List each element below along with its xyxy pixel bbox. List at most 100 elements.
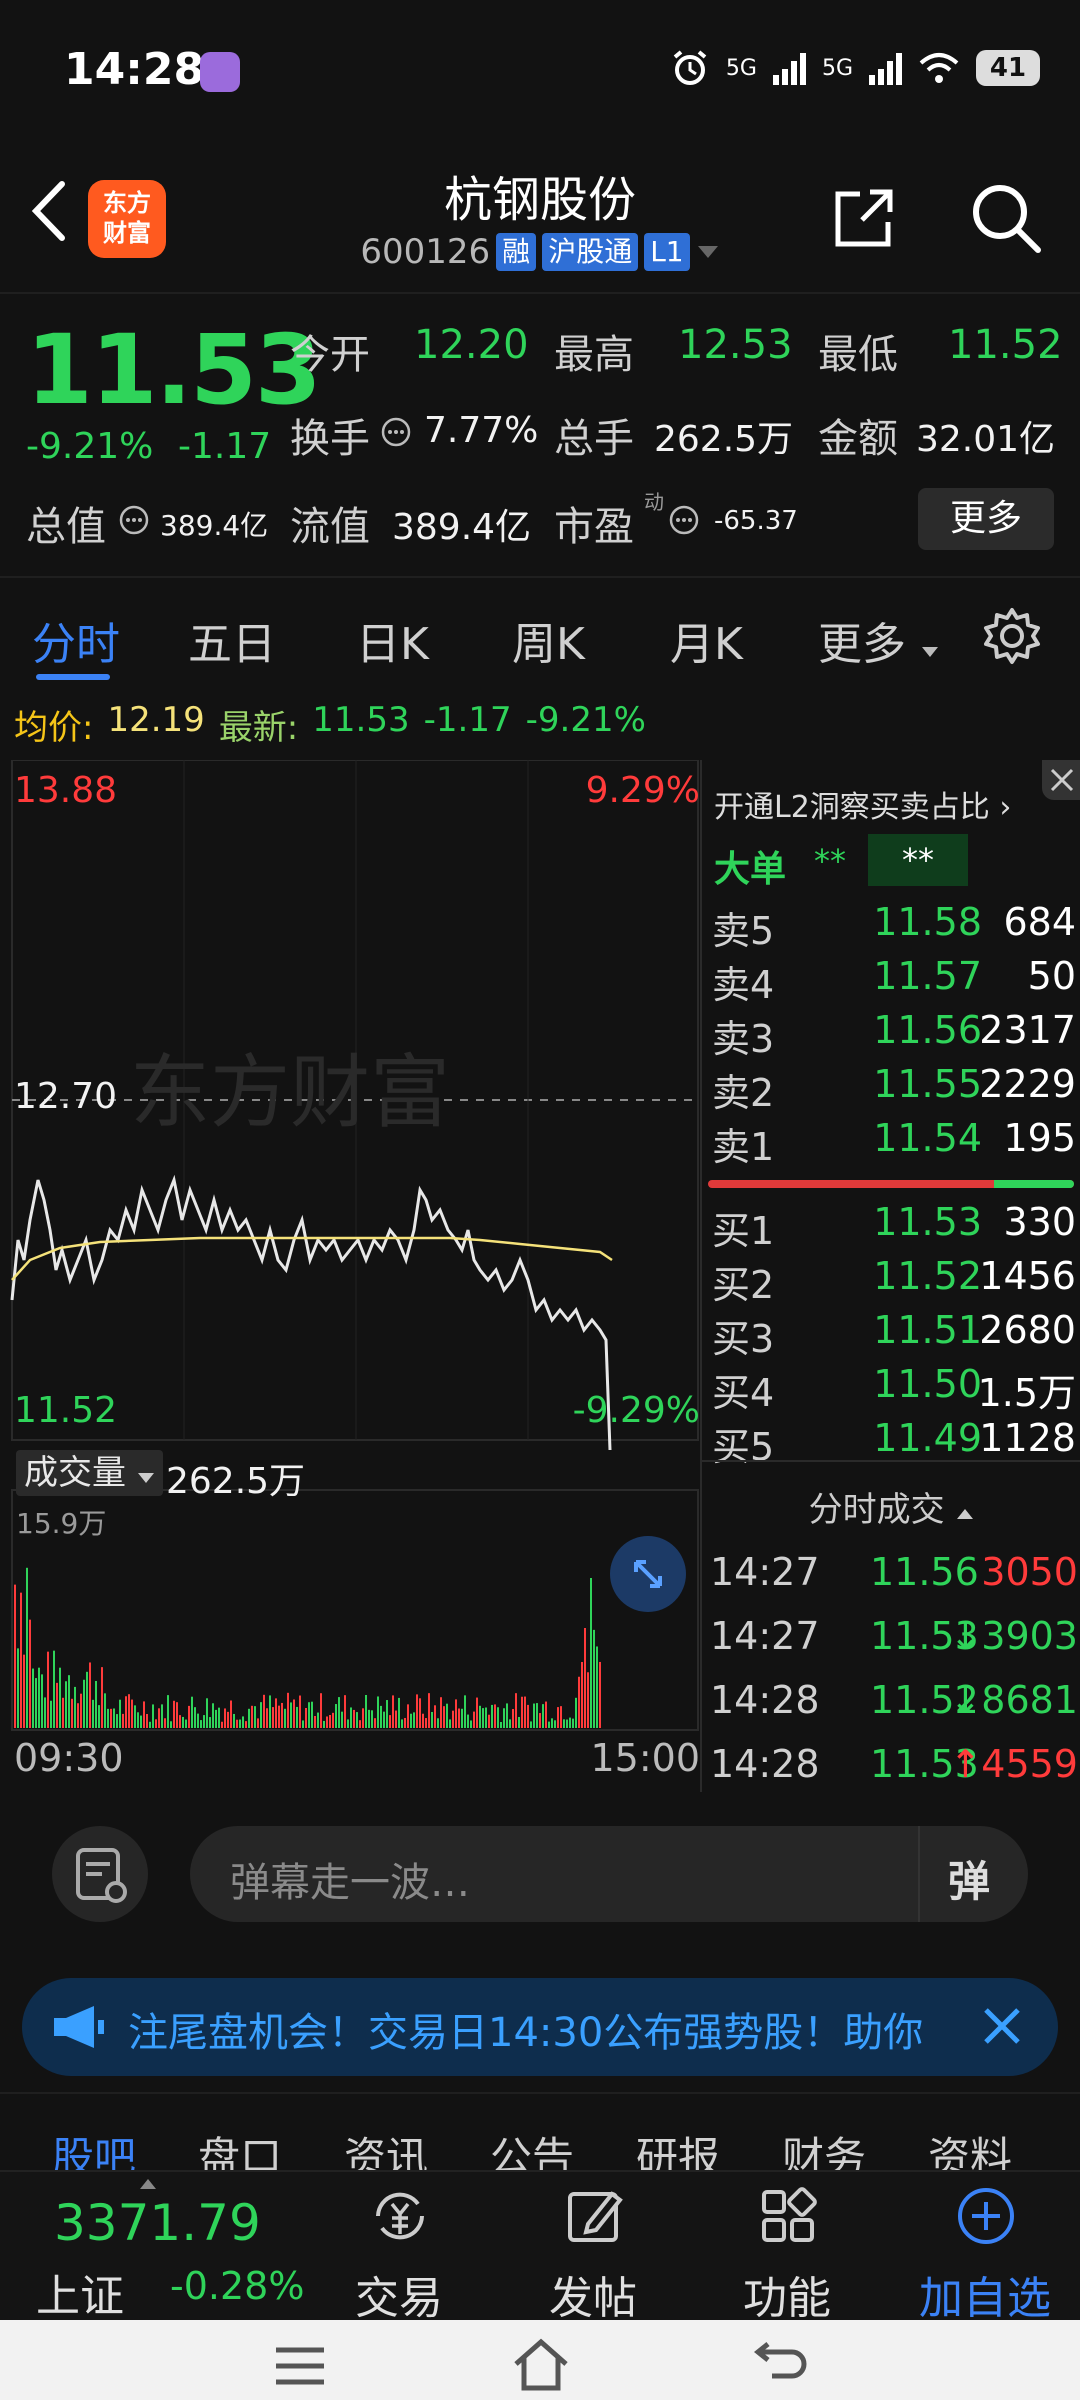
- tab-news[interactable]: 资讯: [344, 2124, 428, 2170]
- promo-banner[interactable]: 注尾盘机会！交易日14:30公布强势股！助你: [22, 1978, 1058, 2076]
- tab-daily-k[interactable]: 日K: [356, 608, 429, 672]
- intraday-chart[interactable]: 东方财富 13.88 9.29% 12.70 11.52 -9.29% 成交量 …: [0, 759, 700, 1792]
- volume-bar: [248, 1708, 250, 1728]
- bid-row[interactable]: 买1 11.53 330: [702, 1200, 1080, 1254]
- volume-bar: [23, 1654, 25, 1728]
- volume-bar: [236, 1719, 238, 1728]
- bottom-toolbar: 3371.79 上证 -0.28% 交易 发帖 功能 加自选: [0, 2170, 1080, 2324]
- trade-button[interactable]: 交易: [324, 2172, 474, 2324]
- info-icon[interactable]: [380, 416, 412, 448]
- bid-level: 买5: [712, 1425, 775, 1469]
- stock-name: 杭钢股份: [443, 172, 636, 228]
- intraday-info-line: 均价: 12.19 最新: 11.53 -1.17 -9.21%: [14, 700, 646, 749]
- volume-bar: [218, 1707, 220, 1728]
- functions-label: 功能: [743, 2273, 831, 2324]
- volume-bar: [365, 1694, 367, 1728]
- ask-row[interactable]: 卖3 11.56 2317: [702, 1008, 1080, 1062]
- float-value: 389.4亿: [392, 507, 532, 548]
- watermark: 东方财富: [130, 1046, 450, 1139]
- tick-direction: ↑: [949, 1742, 982, 1786]
- notification-app-icon: [200, 52, 240, 92]
- share-icon[interactable]: [832, 186, 896, 250]
- l2-promo-link[interactable]: 开通L2洞察买卖占比 ›: [714, 782, 1011, 826]
- tab-forum[interactable]: 股吧: [52, 2124, 136, 2170]
- volume-bar: [104, 1693, 106, 1728]
- volume-bar: [434, 1705, 436, 1728]
- volume-bar: [524, 1696, 526, 1728]
- volume-bar: [284, 1708, 286, 1728]
- bid-price: 11.50: [873, 1362, 982, 1406]
- volume-bar: [44, 1697, 46, 1728]
- chart-mid-price: 12.70: [14, 1076, 118, 1117]
- bid-price: 11.51: [873, 1308, 982, 1352]
- ask-row[interactable]: 卖4 11.57 50: [702, 954, 1080, 1008]
- volume-bar: [149, 1721, 151, 1728]
- volume-bar: [356, 1712, 358, 1728]
- volume-bar: [599, 1661, 601, 1728]
- alarm-icon: [673, 50, 707, 85]
- tab-finance[interactable]: 财务: [782, 2124, 866, 2170]
- volume-bar: [386, 1700, 388, 1728]
- volume-bar: [512, 1709, 514, 1728]
- home-icon[interactable]: [510, 2336, 572, 2392]
- more-quote-button[interactable]: 更多: [918, 488, 1054, 550]
- menu-icon[interactable]: [272, 2340, 328, 2390]
- tab-weekly-k[interactable]: 周K: [512, 608, 585, 672]
- bid-row[interactable]: 买2 11.52 1456: [702, 1254, 1080, 1308]
- add-watchlist-button[interactable]: 加自选: [910, 2172, 1060, 2324]
- tab-more[interactable]: 更多: [818, 608, 940, 672]
- chart-tabs: 分时 五日 日K 周K 月K 更多: [0, 576, 1080, 692]
- open-value: 12.20: [414, 322, 529, 368]
- volume-label: 成交量: [24, 1453, 126, 1493]
- volume-bar: [536, 1703, 538, 1728]
- volume-total: 262.5万: [166, 1461, 306, 1502]
- search-icon[interactable]: [968, 180, 1042, 254]
- volume-bar: [290, 1702, 292, 1728]
- volume-bar: [359, 1720, 361, 1728]
- info-icon[interactable]: [668, 504, 700, 536]
- ask-row[interactable]: 卖1 11.54 195: [702, 1116, 1080, 1170]
- volume-bar: [485, 1707, 487, 1728]
- dropdown-triangle-icon: [137, 1473, 154, 1483]
- bid-row[interactable]: 买3 11.51 2680: [702, 1308, 1080, 1362]
- volume-bar: [92, 1699, 94, 1728]
- tab-five-day[interactable]: 五日: [188, 608, 276, 672]
- index-ticker[interactable]: 3371.79 上证 -0.28%: [0, 2172, 310, 2322]
- danmaku-settings-button[interactable]: [52, 1826, 148, 1922]
- tab-research[interactable]: 研报: [636, 2124, 720, 2170]
- ticks-title[interactable]: 分时成交: [702, 1482, 1080, 1531]
- volume-bar: [56, 1682, 58, 1728]
- ask-row[interactable]: 卖5 11.58 684: [702, 900, 1080, 954]
- tab-monthly-k[interactable]: 月K: [670, 608, 743, 672]
- functions-button[interactable]: 功能: [712, 2172, 862, 2324]
- tab-profile[interactable]: 资料: [928, 2124, 1012, 2170]
- danmaku-input[interactable]: 弹幕走一波… 弹: [190, 1826, 1028, 1922]
- post-button[interactable]: 发帖: [518, 2172, 668, 2324]
- stock-code-line[interactable]: 600126 融 沪股通 L1: [0, 232, 1080, 272]
- close-promo-button[interactable]: [1042, 760, 1080, 800]
- volume-bar: [245, 1721, 247, 1728]
- tab-intraday[interactable]: 分时: [32, 608, 120, 672]
- close-icon[interactable]: [974, 1998, 1030, 2054]
- back-nav-icon[interactable]: [752, 2338, 808, 2390]
- volume-bar: [467, 1714, 469, 1728]
- tab-handicap[interactable]: 盘口: [198, 2124, 282, 2170]
- big-order-label: 大单: [714, 849, 787, 890]
- volume-bar: [491, 1704, 493, 1728]
- expand-chart-button[interactable]: [610, 1536, 686, 1612]
- volume-indicator-dropdown[interactable]: 成交量: [16, 1450, 163, 1496]
- volume-bar: [185, 1719, 187, 1728]
- volume-bar: [224, 1708, 226, 1728]
- tick-volume: ↓8681: [949, 1678, 1078, 1722]
- gear-icon[interactable]: [982, 606, 1042, 666]
- stock-code: 600126: [360, 232, 491, 272]
- volume-bar: [317, 1712, 319, 1728]
- tab-announcements[interactable]: 公告: [490, 2124, 574, 2170]
- ask-row[interactable]: 卖2 11.55 2229: [702, 1062, 1080, 1116]
- info-icon[interactable]: [118, 504, 150, 536]
- bid-row[interactable]: 买4 11.50 1.5万: [702, 1362, 1080, 1416]
- amount-label: 金额: [818, 416, 898, 462]
- content-tabs: 股吧 盘口 资讯 公告 研报 财务 资料: [0, 2092, 1080, 2170]
- danmaku-toggle-button[interactable]: 弹: [918, 1826, 1028, 1922]
- danmaku-bar: 弹幕走一波… 弹: [0, 1796, 1080, 1946]
